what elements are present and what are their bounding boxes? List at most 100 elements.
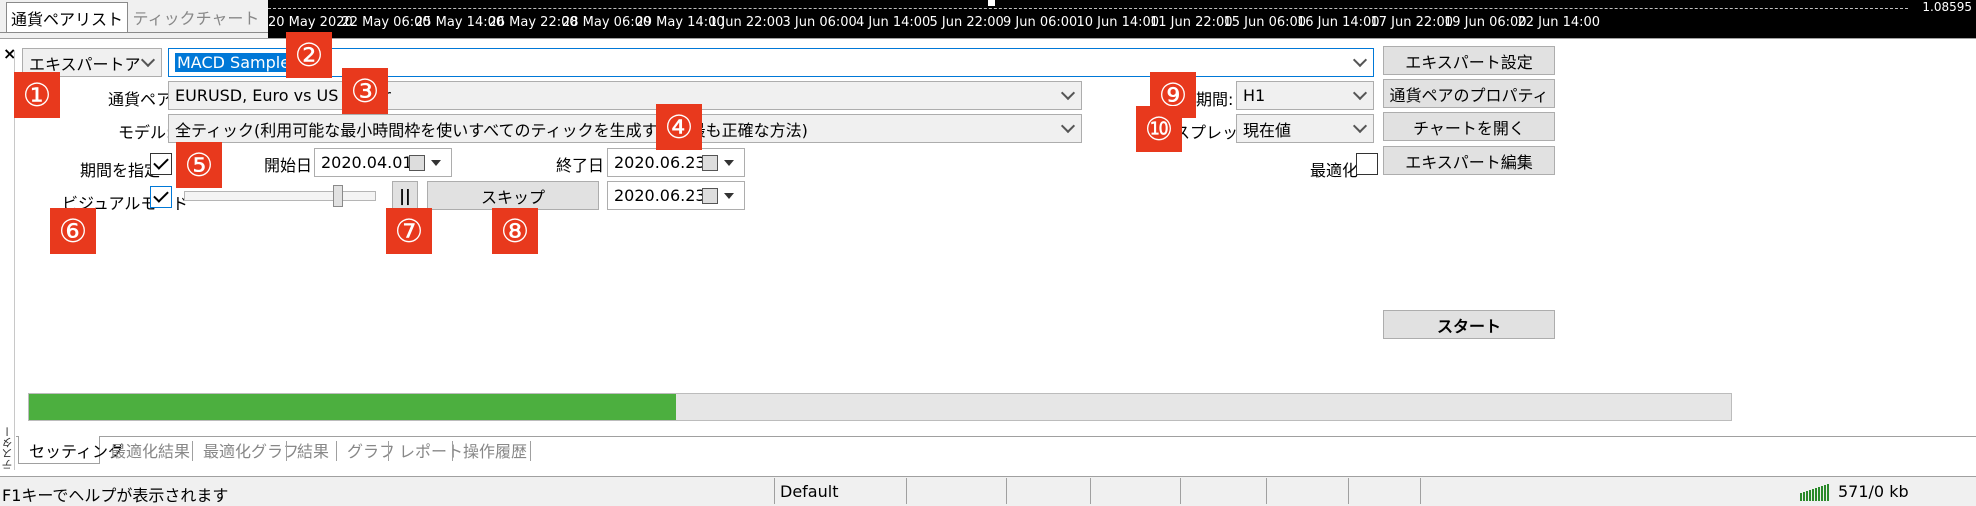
- caret-down-icon: [431, 160, 441, 166]
- symbol-properties-button[interactable]: 通貨ペアのプロパティ: [1383, 79, 1555, 108]
- optimization-checkbox[interactable]: [1356, 153, 1378, 175]
- chart-dashed-line: [268, 8, 1908, 9]
- tab-tick-chart[interactable]: ティックチャート: [132, 4, 260, 30]
- status-profile: Default: [780, 482, 839, 501]
- chevron-down-icon: [140, 52, 156, 68]
- symbol-select[interactable]: EURUSD, Euro vs US Dollar: [168, 81, 1082, 110]
- chart-scroll-marker[interactable]: [988, 0, 995, 6]
- chart-time-label: 17 Jun 22:00: [1370, 15, 1454, 30]
- tab-settings[interactable]: セッティング: [18, 436, 124, 464]
- program-type-value: エキスパートアドバイザ: [29, 54, 141, 74]
- badge-8: ⑧: [492, 208, 538, 254]
- chart-time-label: 3 Jun 06:00: [782, 15, 857, 30]
- slider-thumb[interactable]: [333, 185, 343, 207]
- chart-time-label: 1 Jun 22:00: [709, 15, 784, 30]
- calendar-icon: [702, 188, 718, 204]
- signal-bar: [1803, 492, 1805, 501]
- use-date-checkbox[interactable]: [150, 153, 172, 175]
- use-date-label: 期間を指定: [80, 161, 161, 180]
- chevron-down-icon: [1352, 52, 1368, 68]
- caret-down-icon: [724, 193, 734, 199]
- chevron-down-icon: [1060, 85, 1076, 101]
- period-value: H1: [1243, 86, 1266, 105]
- chart-time-label: 11 Jun 22:00: [1150, 15, 1233, 30]
- model-select[interactable]: 全ティック(利用可能な最小時間枠を使いすべてのティックを生成する、最も正確な方法…: [168, 114, 1082, 143]
- progress-bar: [28, 393, 1732, 421]
- start-date-value: 2020.04.01: [321, 153, 413, 172]
- signal-bar: [1809, 490, 1811, 501]
- signal-bar: [1824, 485, 1826, 501]
- status-divider: [1266, 478, 1267, 504]
- chart-strip: 20 May 2020 22 May 06:00 25 May 14:00 26 Ma…: [268, 0, 1976, 38]
- tab-optimization-results[interactable]: 最適化結果: [100, 436, 200, 464]
- modify-expert-button[interactable]: エキスパート編集: [1383, 146, 1555, 175]
- chevron-down-icon: [1060, 118, 1076, 134]
- calendar-icon: [409, 155, 425, 171]
- pause-button[interactable]: ||: [392, 181, 418, 209]
- chart-time-label: 19 Jun 06:00: [1444, 15, 1527, 30]
- symbol-label: 通貨ペア:: [108, 90, 178, 109]
- tab-pair-list[interactable]: 通貨ペアリスト: [6, 2, 128, 32]
- end-date-label: 終了日: [556, 156, 605, 175]
- period-label: 期間:: [1196, 90, 1234, 109]
- chart-time-label: 9 Jun 06:00: [1003, 15, 1078, 30]
- period-select[interactable]: H1: [1236, 81, 1374, 110]
- chevron-down-icon: [1352, 85, 1368, 101]
- status-traffic: 571/0 kb: [1838, 482, 1909, 501]
- chart-time-label: 22 Jun 14:00: [1517, 15, 1601, 30]
- signal-bar: [1818, 487, 1820, 501]
- expert-settings-button[interactable]: エキスパート設定: [1383, 46, 1555, 75]
- tab-separator: [530, 441, 531, 461]
- visual-mode-checkbox[interactable]: [150, 186, 172, 208]
- status-divider: [1006, 478, 1007, 504]
- calendar-icon: [702, 155, 718, 171]
- badge-6: ⑥: [50, 208, 96, 254]
- status-divider: [1420, 478, 1421, 504]
- chevron-down-icon: [1352, 118, 1368, 134]
- signal-bar: [1827, 484, 1829, 501]
- signal-bar: [1815, 488, 1817, 501]
- chart-time-label: 16 Jun 14:00: [1297, 15, 1380, 30]
- badge-2: ②: [286, 32, 332, 78]
- end-date-picker[interactable]: 2020.06.23: [607, 148, 745, 177]
- open-chart-button[interactable]: チャートを開く: [1383, 112, 1555, 141]
- chart-time-label: 10 Jun 14:00: [1076, 15, 1160, 30]
- badge-1: ①: [14, 72, 60, 118]
- chart-time-label: 20 May 2020: [268, 15, 353, 30]
- signal-bar: [1800, 493, 1802, 501]
- start-date-label: 開始日: [264, 156, 313, 175]
- tab-results[interactable]: 結果: [287, 436, 339, 464]
- badge-4: ④: [656, 104, 702, 150]
- start-date-picker[interactable]: 2020.04.01: [314, 148, 452, 177]
- chart-time-label: 15 Jun 06:00: [1223, 15, 1307, 30]
- connection-bars-icon: [1800, 481, 1834, 501]
- signal-bar: [1821, 486, 1823, 501]
- visual-speed-slider[interactable]: [184, 185, 376, 207]
- badge-10: ⑩: [1136, 106, 1182, 152]
- badge-5: ⑤: [176, 142, 222, 188]
- start-button[interactable]: スタート: [1383, 310, 1555, 339]
- end-date-value: 2020.06.23: [614, 153, 706, 172]
- tab-journal[interactable]: 操作履歴: [453, 436, 537, 464]
- status-divider: [1180, 478, 1181, 504]
- chart-time-label: 5 Jun 22:00: [929, 15, 1004, 30]
- badge-3: ③: [342, 68, 388, 114]
- chart-time-label: 4 Jun 14:00: [856, 15, 931, 30]
- skip-button[interactable]: スキップ: [427, 181, 599, 210]
- skip-to-date-value: 2020.06.23: [614, 186, 706, 205]
- signal-bar: [1812, 489, 1814, 501]
- spread-select[interactable]: 現在値: [1236, 114, 1374, 143]
- status-divider: [774, 478, 775, 504]
- status-divider: [1090, 478, 1091, 504]
- status-help-text: F1キーでヘルプが表示されます: [2, 486, 229, 505]
- tester-side-label: テスター: [1, 426, 14, 470]
- progress-fill: [29, 394, 676, 420]
- skip-to-date-picker[interactable]: 2020.06.23: [607, 181, 745, 210]
- optimization-label: 最適化: [1310, 161, 1359, 180]
- signal-bar: [1806, 491, 1808, 501]
- tab-divider: [0, 32, 268, 33]
- spread-value: 現在値: [1243, 120, 1292, 140]
- caret-down-icon: [724, 160, 734, 166]
- chart-price-label: 1.08595: [1922, 0, 1972, 14]
- badge-7: ⑦: [386, 208, 432, 254]
